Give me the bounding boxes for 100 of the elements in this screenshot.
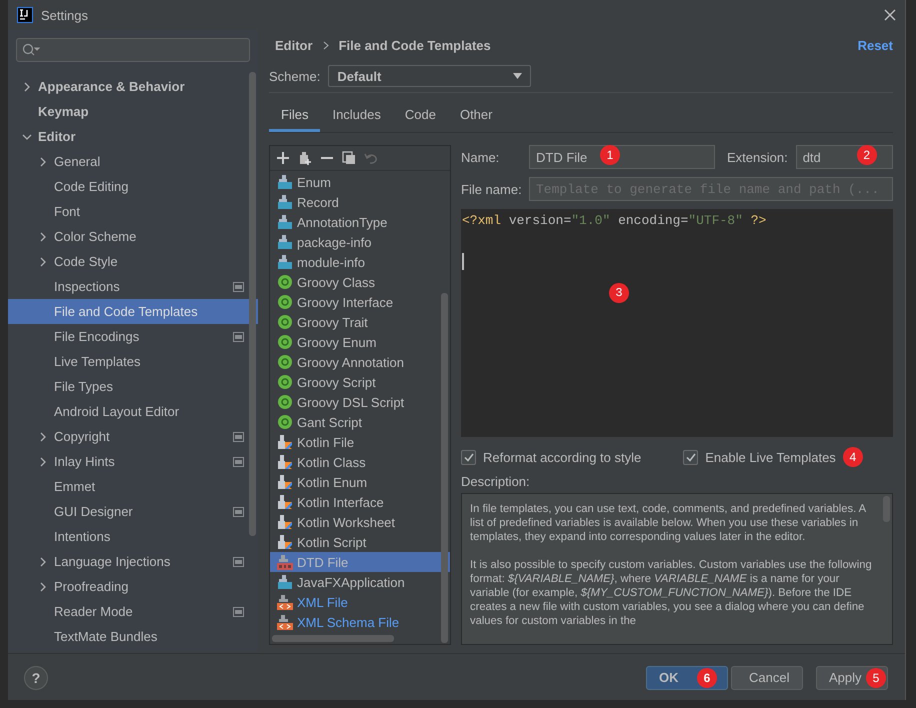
template-item[interactable]: Groovy Interface [270,292,450,312]
template-item[interactable]: Gant Script [270,412,450,432]
java-file-icon [277,234,293,250]
tree-item[interactable]: Android Layout Editor [8,399,258,424]
checkbox-box[interactable] [683,450,698,465]
kotlin-file-icon [277,534,293,550]
groovy-icon [277,334,293,350]
help-button[interactable]: ? [24,666,48,690]
tree-item[interactable]: Proofreading [8,574,258,599]
check-icon [686,452,696,462]
tree-item[interactable]: File and Code Templates [8,299,258,324]
template-item[interactable]: AnnotationType [270,212,450,232]
description-text: It is also possible to specify custom variables. Custom variables use the following format: ${VARIABLE_NAME}, where VARIABLE_NAME is a name for your variable (for example, ${MY_CUSTOM_FUNCTION_NAME}). Before the IDE creates a new file with custom variables, you see a dialog where you can define values for custom variables in the [470,558,872,628]
scrollbar[interactable] [249,72,256,536]
tree-item[interactable]: Code Editing [8,174,258,199]
tree-item[interactable]: TextMate Bundles [8,624,258,649]
tree-item[interactable]: Font [8,199,258,224]
template-item[interactable]: Groovy Script [270,372,450,392]
chevron-icon[interactable] [38,232,48,242]
tree-item[interactable]: Language Injections [8,549,258,574]
template-item[interactable]: Kotlin Script [270,532,450,552]
annotation-marker: 4 [842,447,863,468]
tree-item[interactable]: Copyright [8,424,258,449]
checkbox-box[interactable] [461,450,476,465]
java-file-icon [277,254,293,270]
tree-item[interactable]: File Types [8,374,258,399]
tree-item[interactable]: Reader Mode [8,599,258,624]
tab[interactable]: Files [269,101,320,132]
add-child-icon[interactable] [298,151,312,165]
code-editor[interactable]: <?xml version="1.0" encoding="UTF-8" ?> 3 [461,209,893,438]
kotlin-file-icon [277,474,293,490]
template-item[interactable]: package-info [270,232,450,252]
chevron-icon[interactable] [38,582,48,592]
template-item[interactable]: Kotlin File [270,432,450,452]
chevron-icon[interactable] [38,456,48,466]
template-item[interactable]: Groovy Enum [270,332,450,352]
template-item[interactable]: Groovy DSL Script [270,392,450,412]
tree-item[interactable]: Appearance & Behavior [8,74,258,99]
groovy-icon [277,414,293,430]
copy-icon[interactable] [342,151,356,165]
tree-item[interactable]: Code Style [8,249,258,274]
text-cursor [462,253,464,270]
close-icon[interactable] [884,9,896,21]
checkbox[interactable]: Enable Live Templates 4 [683,447,863,468]
tree-item[interactable]: Inspections [8,274,258,299]
dialog-button[interactable]: Apply 5 [816,666,888,690]
tree-item[interactable]: Intentions [8,524,258,549]
kotlin-file-icon [277,514,293,530]
chevron-icon[interactable] [38,256,48,266]
tree-item[interactable]: Live Templates [8,349,258,374]
name-field[interactable]: DTD File 1 [529,145,715,169]
dialog-button[interactable]: OK 6 [646,666,728,690]
tree-item[interactable]: Color Scheme [8,224,258,249]
template-item[interactable]: XML Schema File [270,612,450,632]
search-field[interactable] [16,38,250,62]
tab[interactable]: Includes [320,101,393,132]
tab[interactable]: Other [448,101,504,132]
template-item[interactable]: Record [270,192,450,212]
template-item[interactable]: Groovy Trait [270,312,450,332]
chevron-icon[interactable] [22,132,32,142]
template-item[interactable]: Kotlin Class [270,452,450,472]
app-logo-icon [17,7,33,23]
scheme-label: Scheme: [269,68,320,84]
chevron-icon[interactable] [22,82,32,92]
reset-link[interactable]: Reset [858,38,893,52]
java-file-icon [277,194,293,210]
template-item[interactable]: Kotlin Worksheet [270,512,450,532]
template-item[interactable]: XML File [270,592,450,612]
template-item[interactable]: module-info [270,252,450,272]
groovy-icon [277,274,293,290]
tree-item[interactable]: Inlay Hints [8,449,258,474]
scrollbar[interactable] [272,635,394,642]
tree-item[interactable]: Editor [8,124,258,149]
tree-item[interactable]: Emmet [8,474,258,499]
template-item[interactable]: Kotlin Enum [270,472,450,492]
breadcrumb-item: Editor [275,38,313,52]
tree-item[interactable]: Keymap [8,99,258,124]
annotation-marker: 1 [600,145,620,165]
template-item[interactable]: Groovy Class [270,272,450,292]
chevron-icon[interactable] [38,556,48,566]
tree-item[interactable]: General [8,149,258,174]
template-item[interactable]: Enum [270,172,450,192]
search-icon [22,43,40,57]
tab[interactable]: Code [392,101,448,132]
chevron-icon[interactable] [38,156,48,166]
scheme-dropdown[interactable]: Default [328,65,532,87]
dialog-button[interactable]: Cancel [731,666,803,690]
extension-field[interactable]: dtd 2 [796,145,893,169]
annotation-marker: 3 [609,283,629,303]
checkbox[interactable]: Reformat according to style [461,450,642,465]
tree-item[interactable]: File Encodings [8,324,258,349]
scrollbar[interactable] [441,293,448,643]
annotation-marker: 5 [866,668,886,688]
kotlin-file-icon [277,434,293,450]
add-icon[interactable] [276,151,290,165]
template-item[interactable]: Groovy Annotation [270,352,450,372]
template-item[interactable]: Kotlin Interface [270,492,450,512]
tree-item[interactable]: GUI Designer [8,499,258,524]
template-item[interactable]: JavaFXApplication [270,572,450,592]
chevron-icon[interactable] [38,432,48,442]
